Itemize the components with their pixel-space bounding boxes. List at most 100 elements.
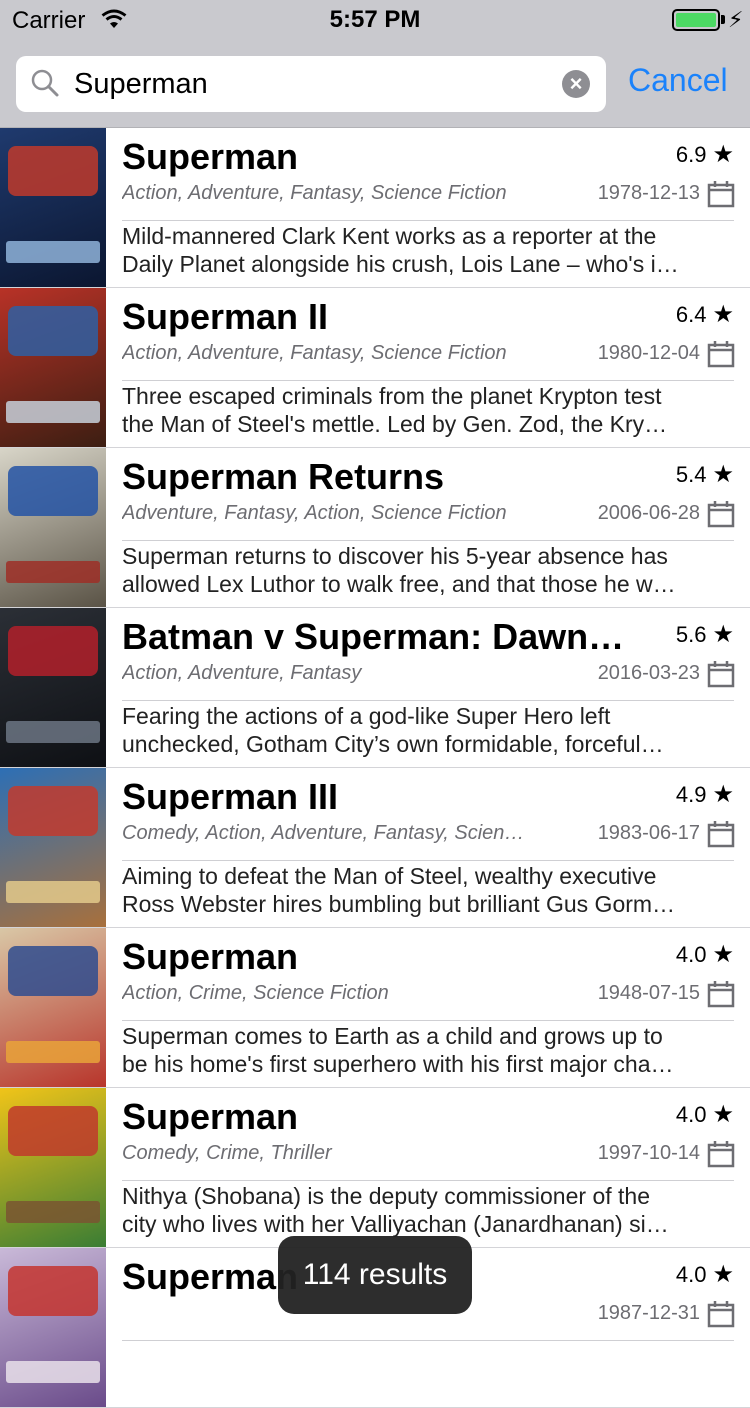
row-separator <box>122 700 734 701</box>
poster-image <box>0 288 106 447</box>
overview-line: allowed Lex Luthor to walk free, and tha… <box>122 571 676 597</box>
poster-graphic <box>8 1106 98 1156</box>
star-icon: ★ <box>712 301 734 328</box>
poster-image <box>0 608 106 767</box>
movie-title: Superman II <box>122 296 329 337</box>
row-separator <box>122 1340 734 1341</box>
star-icon: ★ <box>712 621 734 648</box>
overview-line: be his home's first superhero with his f… <box>122 1051 674 1077</box>
overview-line: Superman comes to Earth as a child and g… <box>122 1023 663 1049</box>
overview: Nithya (Shobana) is the deputy commissio… <box>122 1182 734 1238</box>
calendar-icon <box>707 980 735 1013</box>
rating-value: 5.4 <box>675 462 707 487</box>
poster-title-strip <box>6 881 100 903</box>
result-row-5[interactable]: Superman 4.0 ★ Action, Crime, Science Fic… <box>0 928 750 1088</box>
poster-title-strip <box>6 241 100 263</box>
star-icon: ★ <box>712 941 734 968</box>
search-field[interactable]: × <box>16 56 606 112</box>
poster-graphic <box>8 946 98 996</box>
overview-line: Fearing the actions of a god-like Super … <box>122 703 611 729</box>
result-row-6[interactable]: Superman 4.0 ★ Comedy, Crime, Thriller 19… <box>0 1088 750 1248</box>
result-row-4[interactable]: Superman III 4.9 ★ Comedy, Action, Advent… <box>0 768 750 928</box>
cancel-button[interactable]: Cancel <box>628 62 728 99</box>
calendar-icon <box>707 180 735 213</box>
overview-line: Mild-mannered Clark Kent works as a repo… <box>122 223 657 249</box>
row-separator <box>122 220 734 221</box>
movie-title: Superman <box>122 936 299 977</box>
rating-value: 4.0 <box>675 942 707 967</box>
row-separator <box>122 1020 734 1021</box>
poster-graphic <box>8 626 98 676</box>
genres: Action, Adventure, Fantasy <box>122 662 362 684</box>
genres: Action, Adventure, Fantasy, Science Fict… <box>122 182 507 204</box>
poster-title-strip <box>6 561 100 583</box>
star-icon: ★ <box>712 461 734 488</box>
star-icon: ★ <box>712 1261 734 1288</box>
movie-title: Superman <box>122 1096 299 1137</box>
status-bar: Carrier 5:57 PM ⚡︎ <box>0 0 750 40</box>
battery-icon <box>672 9 720 31</box>
movie-title: Superman III <box>122 776 339 817</box>
rating: 5.4 ★ <box>640 460 734 489</box>
movie-title: Superman Returns <box>122 456 445 497</box>
overview-line: Aiming to defeat the Man of Steel, wealt… <box>122 863 657 889</box>
calendar-icon <box>707 1300 735 1333</box>
poster-graphic <box>8 146 98 196</box>
search-input[interactable] <box>74 68 544 101</box>
calendar-icon <box>707 340 735 373</box>
row-separator <box>122 1180 734 1181</box>
release-date: 2016-03-23 <box>597 662 700 684</box>
poster-graphic <box>8 786 98 836</box>
release-date: 1997-10-14 <box>597 1142 700 1164</box>
rating-value: 6.4 <box>675 302 707 327</box>
poster-graphic <box>8 306 98 356</box>
poster-title-strip <box>6 1361 100 1383</box>
overview-line: Nithya (Shobana) is the deputy commissio… <box>122 1183 650 1209</box>
overview-line: city who lives with her Valliyachan (Jan… <box>122 1211 669 1237</box>
calendar-icon <box>707 820 735 853</box>
status-time: 5:57 PM <box>329 6 421 33</box>
poster-graphic <box>8 1266 98 1316</box>
row-separator <box>122 860 734 861</box>
poster-title-strip <box>6 401 100 423</box>
row-separator <box>122 540 734 541</box>
genres: Action, Crime, Science Fiction <box>122 982 389 1004</box>
release-date: 1948-07-15 <box>597 982 700 1004</box>
result-row-0[interactable]: Superman 6.9 ★ Action, Adventure, Fantasy… <box>0 128 750 288</box>
poster-title-strip <box>6 721 100 743</box>
result-row-2[interactable]: Superman Returns 5.4 ★ Adventure, Fantasy… <box>0 448 750 608</box>
rating-value: 4.9 <box>675 782 707 807</box>
results-count-toast: 114 results <box>278 1236 472 1314</box>
release-date: 1980-12-04 <box>597 342 700 364</box>
charging-bolt-icon: ⚡︎ <box>728 7 744 32</box>
overview: Superman returns to discover his 5-year … <box>122 542 734 598</box>
rating-value: 4.0 <box>675 1262 707 1287</box>
overview-line: Superman returns to discover his 5-year … <box>122 543 668 569</box>
overview-line: Three escaped criminals from the planet … <box>122 383 662 409</box>
release-date: 1983-06-17 <box>597 822 700 844</box>
rating: 5.6 ★ <box>640 620 734 649</box>
row-separator <box>122 380 734 381</box>
genres: Action, Adventure, Fantasy, Science Fict… <box>122 342 507 364</box>
clear-icon[interactable]: × <box>562 70 590 98</box>
calendar-icon <box>707 500 735 533</box>
poster-image <box>0 448 106 607</box>
rating: 4.0 ★ <box>640 1100 734 1129</box>
poster-image <box>0 928 106 1087</box>
rating: 6.9 ★ <box>640 140 734 169</box>
poster-image <box>0 768 106 927</box>
poster-title-strip <box>6 1041 100 1063</box>
result-row-3[interactable]: Batman v Superman: Dawn… 5.6 ★ Action, Ad… <box>0 608 750 768</box>
star-icon: ★ <box>712 781 734 808</box>
calendar-icon <box>707 1140 735 1173</box>
movie-title: Superman <box>122 136 299 177</box>
rating-value: 4.0 <box>675 1102 707 1127</box>
star-icon: ★ <box>712 1101 734 1128</box>
star-icon: ★ <box>712 141 734 168</box>
result-row-1[interactable]: Superman II 6.4 ★ Action, Adventure, Fant… <box>0 288 750 448</box>
genres: Adventure, Fantasy, Action, Science Fict… <box>122 502 507 524</box>
overview-line: Daily Planet alongside his crush, Lois L… <box>122 251 679 277</box>
release-date: 1978-12-13 <box>597 182 700 204</box>
overview-line: unchecked, Gotham City’s own formidable,… <box>122 731 664 757</box>
rating: 4.9 ★ <box>640 780 734 809</box>
